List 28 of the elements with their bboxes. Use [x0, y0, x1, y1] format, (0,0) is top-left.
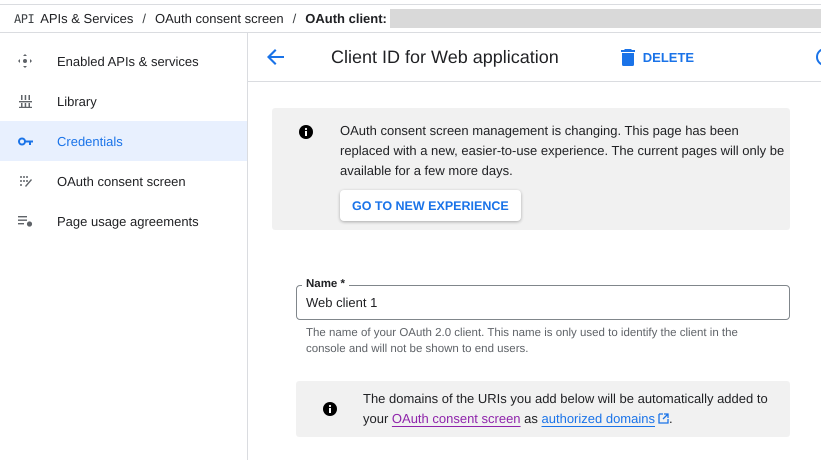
domains-text: The domains of the URIs you add below will be automatically added to your OAuth consent screen as authorized domains . [363, 390, 769, 428]
sidebar-item[interactable]: OAuth consent screen [0, 161, 247, 201]
sidebar-item[interactable]: Credentials [0, 121, 247, 161]
external-link-icon [658, 413, 669, 424]
trash-icon [620, 48, 635, 66]
back-arrow-icon [267, 49, 285, 65]
breadcrumb-link[interactable]: OAuth consent screen [155, 11, 284, 26]
back-button[interactable] [267, 49, 285, 65]
breadcrumb-separator: / [142, 11, 146, 26]
move-arrows-icon [18, 54, 32, 68]
new-experience-button[interactable]: GO TO NEW EXPERIENCE [340, 190, 521, 221]
delete-button[interactable]: DELETE [620, 48, 694, 66]
notice-text: OAuth consent screen management is changing. This page has been replaced with a new, easier-to-use experience. The current pages will only be available for a few more days. [340, 122, 786, 180]
api-logo: API [14, 12, 34, 26]
sidebar-item[interactable]: Enabled APIs & services [0, 41, 247, 81]
text-link[interactable]: authorized domains [542, 411, 669, 426]
helper-text: The name of your OAuth 2.0 client. This name is only used to identify the client in the console and will not be shown to end users. [306, 326, 739, 357]
library-icon [18, 94, 32, 108]
page-title: Client ID for Web application [331, 46, 559, 68]
sidebar-item[interactable]: Library [0, 81, 247, 121]
info-icon [299, 125, 313, 139]
text-link[interactable]: OAuth consent screen [392, 411, 521, 426]
key-icon [18, 136, 32, 146]
info-icon [322, 402, 336, 416]
breadcrumb-separator: / [292, 11, 296, 26]
breadcrumb-link[interactable]: APIs & Services [40, 11, 134, 26]
sidebar-item[interactable]: Page usage agreements [0, 201, 247, 241]
breadcrumb-current: OAuth client: [305, 11, 387, 26]
